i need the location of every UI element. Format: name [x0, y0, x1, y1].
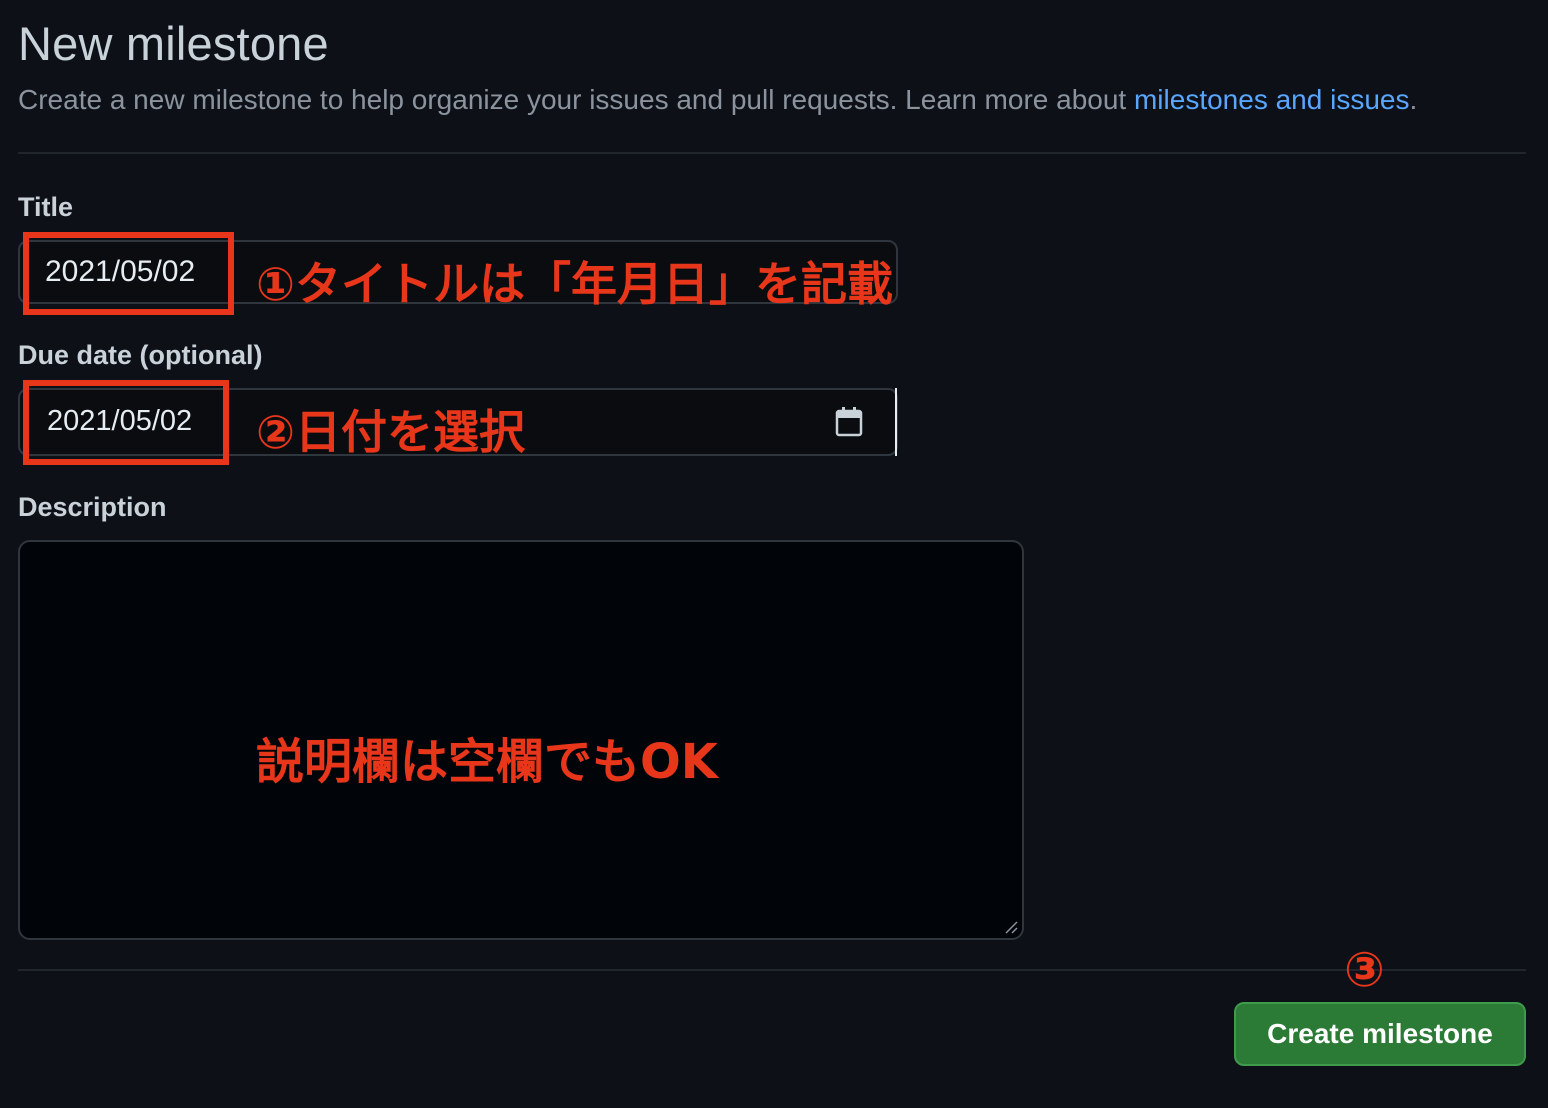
annotation-step1: ①タイトルは「年月日」を記載	[256, 257, 893, 311]
subtitle-text: Create a new milestone to help organize …	[18, 84, 1134, 115]
page-subtitle: Create a new milestone to help organize …	[18, 84, 1417, 116]
annotation-step2: ②日付を選択	[256, 405, 525, 459]
due-date-highlight-box	[23, 380, 229, 465]
create-milestone-button[interactable]: Create milestone	[1234, 1002, 1526, 1066]
description-label: Description	[18, 492, 167, 522]
calendar-icon[interactable]	[835, 406, 863, 438]
annotation-description-note: 説明欄は空欄でもOK	[256, 734, 719, 790]
title-highlight-box	[23, 232, 234, 315]
annotation-step3: ③	[1344, 942, 1385, 998]
milestones-and-issues-link[interactable]: milestones and issues	[1134, 84, 1409, 115]
footer-divider	[18, 969, 1526, 971]
header-divider	[18, 152, 1526, 154]
title-label: Title	[18, 192, 74, 222]
due-date-label: Due date (optional)	[18, 340, 263, 370]
subtitle-end: .	[1409, 84, 1418, 115]
input-edge-cursor	[895, 388, 897, 456]
resize-handle-icon[interactable]	[1004, 920, 1018, 934]
page-title: New milestone	[18, 17, 329, 70]
